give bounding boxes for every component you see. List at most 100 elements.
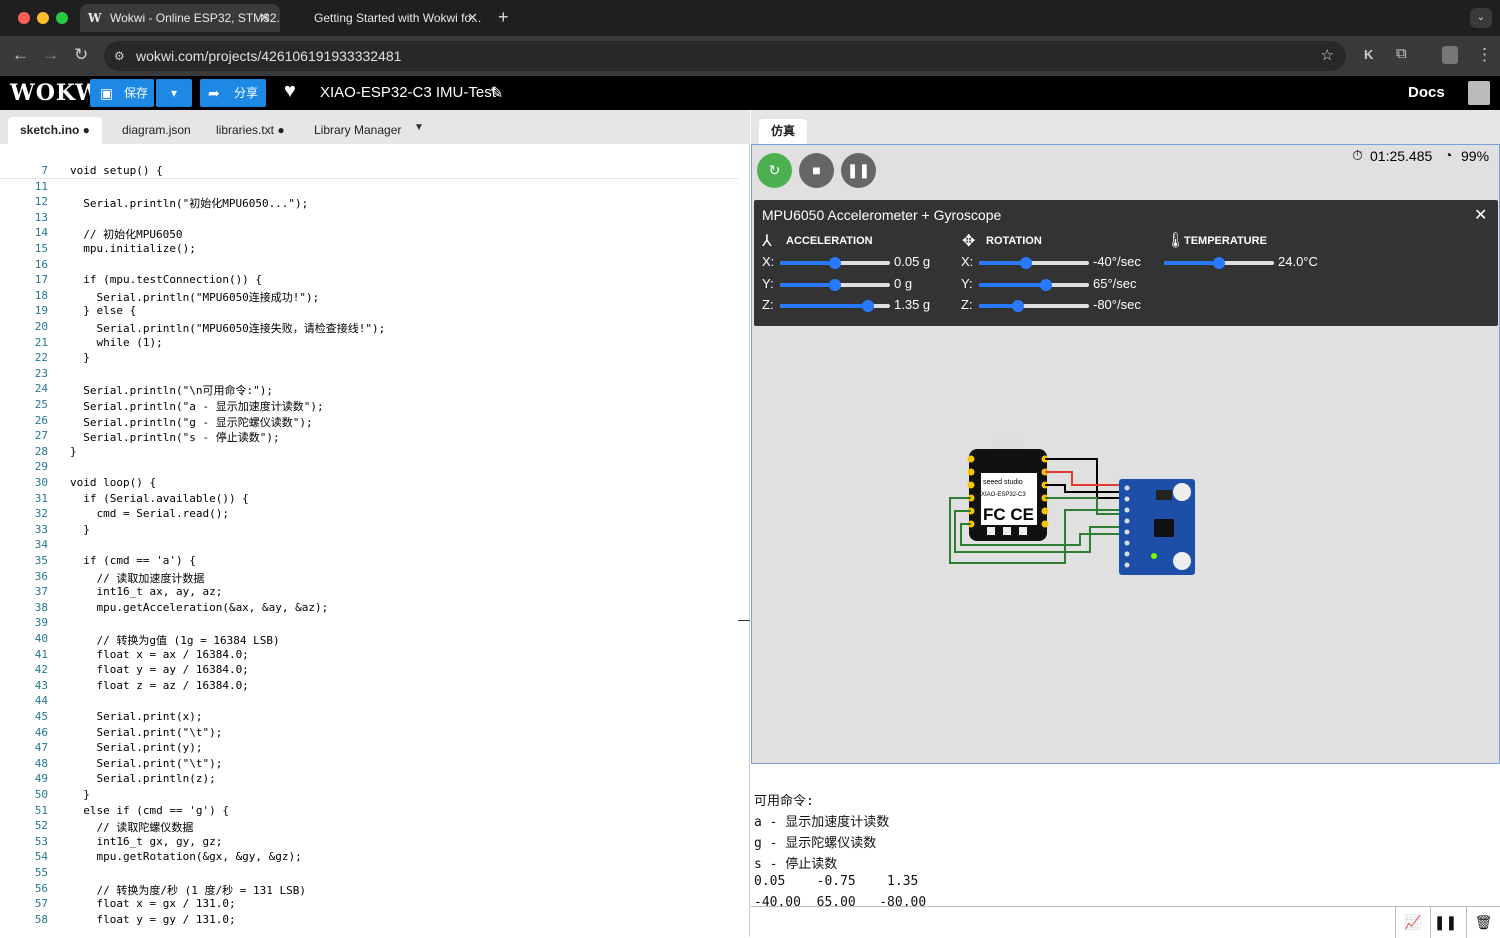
slider-knob[interactable] (1213, 257, 1225, 269)
slider-knob[interactable] (1011, 300, 1024, 312)
project-name[interactable]: XIAO-ESP32-C3 IMU-Test (320, 84, 496, 101)
acceleration-slider[interactable] (780, 300, 890, 312)
code-line[interactable]: Serial.print(y); (70, 741, 202, 754)
simulation-canvas[interactable]: ↻ ■ ❚❚ ⏱ 01:25.485 ◔ 99% MPU6050 Acceler… (751, 144, 1500, 764)
save-button[interactable]: ▣ 保存 (90, 79, 154, 107)
browser-tab-wokwi[interactable]: W Wokwi - Online ESP32, STM32... ✕ (80, 4, 280, 32)
browser-tab-getting-started[interactable]: Getting Started with Wokwi fo... ✕ (284, 4, 488, 32)
minimize-window-icon[interactable] (37, 12, 49, 24)
code-line[interactable]: Serial.println("\n可用命令:"); (70, 382, 273, 398)
code-line[interactable]: Serial.print(x); (70, 710, 202, 723)
code-line[interactable]: if (cmd == 'a') { (70, 554, 196, 567)
clear-serial-button[interactable]: 🗑 (1466, 907, 1500, 938)
xiao-esp32-c3-board[interactable]: seeed studio XIAO-ESP32-C3 FC CE (967, 439, 1049, 541)
restart-simulation-button[interactable]: ↻ (757, 153, 792, 188)
code-line[interactable]: } (70, 351, 90, 364)
code-line[interactable]: // 读取加速度计数据 (70, 570, 204, 586)
slider-knob[interactable] (829, 257, 841, 269)
tab-sketch-ino[interactable]: sketch.ino ● (8, 117, 102, 144)
code-line[interactable]: Serial.println("初始化MPU6050..."); (70, 195, 308, 211)
code-line[interactable]: mpu.getAcceleration(&ax, &ay, &az); (70, 601, 328, 614)
code-line[interactable]: Serial.println("a - 显示加速度计读数"); (70, 398, 323, 414)
mpu6050-module[interactable] (1119, 479, 1195, 575)
code-line[interactable]: int16_t ax, ay, az; (70, 585, 222, 598)
slider-knob[interactable] (862, 300, 874, 312)
code-line[interactable]: mpu.getRotation(&gx, &gy, &gz); (70, 850, 301, 863)
code-line[interactable]: // 初始化MPU6050 (70, 226, 182, 242)
code-line[interactable]: } (70, 445, 77, 458)
slider-knob[interactable] (1020, 257, 1033, 269)
code-line[interactable]: else if (cmd == 'g') { (70, 804, 229, 817)
code-line[interactable]: Serial.println("g - 显示陀螺仪读数"); (70, 414, 312, 430)
acceleration-slider[interactable] (780, 257, 890, 269)
close-tab-icon[interactable]: ✕ (259, 4, 270, 32)
zoom-window-icon[interactable] (56, 12, 68, 24)
share-button[interactable]: ➦ 分享 (200, 79, 266, 107)
code-line[interactable]: float x = ax / 16384.0; (70, 648, 248, 661)
slider-knob[interactable] (1040, 278, 1053, 291)
code-line[interactable]: Serial.println("s - 停止读数"); (70, 429, 279, 445)
acceleration-slider[interactable] (780, 278, 890, 291)
code-line[interactable]: if (Serial.available()) { (70, 492, 249, 505)
code-line[interactable]: Serial.println("MPU6050连接失败，请检查接线!"); (70, 320, 385, 336)
code-line[interactable]: } (70, 788, 90, 801)
code-line[interactable]: } (70, 523, 90, 536)
address-bar[interactable]: ⚙ wokwi.com/projects/426106191933332481 … (104, 41, 1346, 71)
browser-menu-icon[interactable]: ⋮ (1476, 45, 1493, 65)
user-avatar[interactable] (1468, 81, 1490, 105)
tab-library-manager[interactable]: Library Manager (302, 117, 413, 144)
reload-icon[interactable]: ↻ (74, 45, 88, 65)
close-tab-icon[interactable]: ✕ (467, 4, 478, 32)
code-line[interactable]: float y = gy / 131.0; (70, 913, 235, 926)
code-line[interactable]: // 转换为度/秒 (1 度/秒 = 131 LSB) (70, 882, 305, 898)
code-line[interactable]: Serial.print("\t"); (70, 757, 222, 770)
serial-input[interactable] (751, 907, 1395, 938)
extension-k-icon[interactable]: K (1364, 47, 1373, 62)
more-tabs-chevron-icon[interactable]: ▼ (414, 122, 424, 133)
pause-simulation-button[interactable]: ❚❚ (841, 153, 876, 188)
forward-icon[interactable]: → (42, 45, 59, 65)
rotation-slider[interactable] (979, 300, 1089, 312)
code-line[interactable]: } else { (70, 304, 136, 317)
docs-link[interactable]: Docs (1408, 84, 1445, 101)
extensions-puzzle-icon[interactable]: ⧉ (1396, 45, 1407, 62)
temperature-slider[interactable] (1164, 257, 1274, 269)
plotter-button[interactable]: 📈 (1395, 907, 1430, 938)
pane-resize-handle[interactable] (738, 620, 750, 621)
bookmark-star-icon[interactable]: ☆ (1321, 41, 1334, 71)
tab-search-icon[interactable]: ⌄ (1470, 8, 1492, 28)
close-window-icon[interactable] (18, 12, 30, 24)
code-line[interactable]: Serial.print("\t"); (70, 726, 222, 739)
code-line[interactable]: // 读取陀螺仪数据 (70, 819, 193, 835)
code-line[interactable]: // 转换为g值 (1g = 16384 LSB) (70, 632, 279, 648)
stop-simulation-button[interactable]: ■ (799, 153, 834, 188)
circuit-diagram[interactable]: seeed studio XIAO-ESP32-C3 FC CE (947, 435, 1207, 585)
code-line[interactable]: void loop() { (70, 476, 156, 489)
rotation-slider[interactable] (979, 257, 1089, 269)
close-panel-icon[interactable]: ✕ (1474, 205, 1487, 225)
code-line[interactable]: float x = gx / 131.0; (70, 897, 235, 910)
serial-monitor-output[interactable]: 可用命令: a - 显示加速度计读数 g - 显示陀螺仪读数 s - 停止读数 0.05… (751, 764, 1500, 910)
edit-pencil-icon[interactable]: ✎ (490, 83, 503, 103)
code-line[interactable]: float z = az / 16384.0; (70, 679, 248, 692)
new-tab-icon[interactable]: + (498, 7, 509, 28)
tab-simulation[interactable]: 仿真 (759, 119, 808, 144)
code-line[interactable]: Serial.println("MPU6050连接成功!"); (70, 289, 319, 305)
tab-libraries-txt[interactable]: libraries.txt ● (204, 117, 297, 144)
pause-serial-button[interactable]: ❚❚ (1430, 907, 1460, 938)
site-info-icon[interactable]: ⚙ (114, 41, 125, 71)
code-line[interactable]: int16_t gx, gy, gz; (70, 835, 222, 848)
profile-avatar-icon[interactable] (1442, 46, 1458, 64)
save-options-dropdown[interactable]: ▾ (156, 79, 192, 107)
code-line[interactable]: void setup() { (70, 164, 163, 177)
code-line[interactable]: float y = ay / 16384.0; (70, 663, 248, 676)
code-line[interactable]: mpu.initialize(); (70, 242, 196, 255)
code-line[interactable]: Serial.println(z); (70, 772, 215, 785)
back-icon[interactable]: ← (12, 45, 29, 65)
code-line[interactable]: while (1); (70, 336, 162, 349)
tab-diagram-json[interactable]: diagram.json (110, 117, 203, 144)
slider-knob[interactable] (829, 278, 841, 291)
rotation-slider[interactable] (979, 278, 1089, 291)
heart-icon[interactable]: ♥ (284, 80, 296, 103)
code-line[interactable]: cmd = Serial.read(); (70, 507, 228, 520)
